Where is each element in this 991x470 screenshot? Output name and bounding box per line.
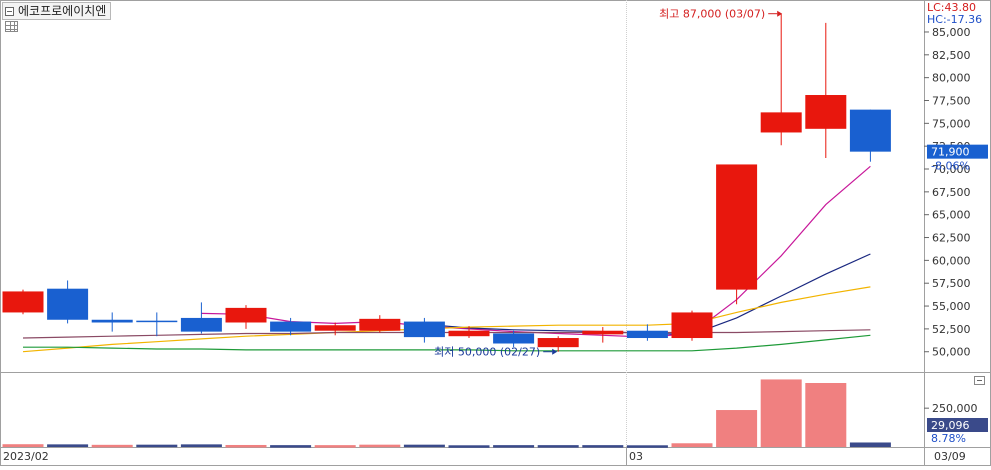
volume-bar (225, 444, 267, 448)
volume-bar (448, 445, 490, 448)
volume-bar (180, 444, 222, 447)
candle-body (180, 317, 222, 332)
price-tick-label: 57,500 (932, 277, 971, 290)
current-change-label: -8.06% (931, 160, 970, 173)
volume-collapse-icon[interactable] (974, 376, 985, 385)
candle-body (493, 333, 535, 344)
candle-body (314, 325, 356, 331)
price-tick-label: 67,500 (932, 186, 971, 199)
stock-title-box[interactable]: 에코프로에이치엔 (2, 2, 112, 20)
price-tick-label: 55,000 (932, 300, 971, 313)
price-tick-label: 85,000 (932, 26, 971, 39)
volume-bar (849, 442, 891, 447)
price-tick-label: 65,000 (932, 209, 971, 222)
high-price-annotation: 최고 87,000 (03/07) (659, 8, 765, 21)
low-price-annotation: 최저 50,000 (02/27) (434, 346, 540, 359)
candle-body (805, 95, 847, 129)
volume-bar (47, 444, 89, 447)
volume-bar (537, 445, 579, 448)
volume-bar (314, 445, 356, 448)
volume-bar (403, 444, 445, 448)
x-axis-label-month: 03 (629, 450, 643, 463)
volume-bar (91, 444, 133, 448)
current-volume-pct-label: 8.78% (931, 432, 966, 445)
price-tick-label: 80,000 (932, 72, 971, 85)
current-price-label: 71,900 (931, 146, 970, 159)
hc-label: HC:-17.36 (927, 13, 983, 26)
stock-chart[interactable]: 50,000 52,500 55,000 57,500 60,000 62,500 65,0… (0, 0, 991, 466)
volume-bar (716, 410, 758, 447)
price-tick-label: 50,000 (932, 346, 971, 359)
current-volume-label: 29,096 (931, 419, 970, 432)
candle-body (448, 330, 490, 337)
candle-body (136, 320, 178, 323)
candle-body (849, 109, 891, 152)
volume-bar (671, 443, 713, 447)
candle-body (671, 312, 713, 339)
candle-body (91, 319, 133, 323)
price-tick-label: 82,500 (932, 49, 971, 62)
collapse-icon[interactable] (5, 6, 14, 16)
price-tick-label: 75,000 (932, 117, 971, 130)
price-tick-label: 60,000 (932, 254, 971, 267)
stock-name: 에코프로에이치엔 (18, 4, 107, 18)
candle-body (626, 330, 668, 339)
candle-body (225, 307, 267, 323)
volume-bar (582, 445, 624, 448)
volume-bar (2, 444, 44, 447)
candle-body (403, 321, 445, 338)
candle-body (582, 330, 624, 335)
volume-tick-label: 250,000 (932, 402, 978, 415)
volume-bar (493, 445, 535, 448)
candle-body (270, 321, 312, 332)
price-tick-label: 52,500 (932, 323, 971, 336)
volume-bar (626, 445, 668, 448)
candle-body (47, 288, 89, 320)
volume-bar (805, 383, 847, 447)
volume-bar (270, 445, 312, 448)
candle-body (537, 338, 579, 348)
grid-table-icon[interactable] (5, 21, 18, 32)
volume-bar (760, 379, 802, 447)
price-tick-label: 77,500 (932, 94, 971, 107)
candle-body (2, 291, 44, 313)
price-tick-label: 62,500 (932, 232, 971, 245)
volume-bar (359, 444, 401, 448)
chart-canvas[interactable]: 50,000 52,500 55,000 57,500 60,000 62,500 65,0… (0, 0, 991, 466)
x-axis-label-start: 2023/02 (3, 450, 49, 463)
x-axis-label-end: 03/09 (934, 450, 966, 463)
candle-body (359, 318, 401, 331)
volume-bar (136, 444, 178, 448)
candle-body (716, 164, 758, 290)
candle-body (760, 112, 802, 133)
